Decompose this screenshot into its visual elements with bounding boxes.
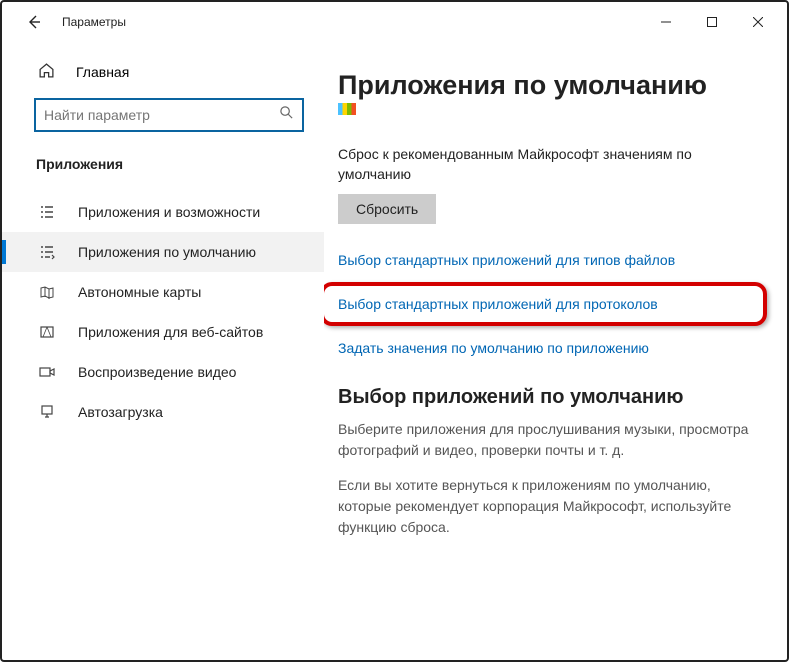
link-default-by-protocol[interactable]: Выбор стандартных приложений для протоко…	[324, 282, 767, 326]
map-icon	[38, 284, 56, 300]
nav-label: Приложения и возможности	[78, 204, 260, 220]
website-icon	[38, 324, 56, 340]
titlebar: Параметры	[2, 2, 787, 42]
sidebar-item-offline-maps[interactable]: Автономные карты	[2, 272, 324, 312]
minimize-button[interactable]	[643, 6, 689, 38]
page-title: Приложения по умолчанию	[338, 70, 759, 101]
home-icon	[38, 62, 56, 82]
search-icon	[279, 105, 294, 125]
sidebar-item-video-playback[interactable]: Воспроизведение видео	[2, 352, 324, 392]
link-default-by-filetype[interactable]: Выбор стандартных приложений для типов ф…	[338, 252, 759, 268]
nav-label: Автономные карты	[78, 284, 201, 300]
maximize-button[interactable]	[689, 6, 735, 38]
sidebar-item-apps-features[interactable]: Приложения и возможности	[2, 192, 324, 232]
reset-button[interactable]: Сбросить	[338, 194, 436, 224]
close-button[interactable]	[735, 6, 781, 38]
nav-label: Приложения для веб-сайтов	[78, 324, 263, 340]
sidebar: Главная Приложения Приложения и возможно…	[2, 42, 324, 660]
arrow-left-icon	[26, 14, 42, 30]
search-input-wrap[interactable]	[34, 98, 304, 132]
help-text-1: Выберите приложения для прослушивания му…	[338, 419, 759, 461]
nav-label: Автозагрузка	[78, 404, 163, 420]
window-title: Параметры	[62, 15, 643, 29]
startup-icon	[38, 404, 56, 420]
nav-label: Воспроизведение видео	[78, 364, 236, 380]
reset-description: Сброс к рекомендованным Майкрософт значе…	[338, 145, 759, 184]
main-content: Приложения по умолчанию Сброс к рекоменд…	[324, 42, 787, 660]
help-text-2: Если вы хотите вернуться к приложениям п…	[338, 475, 759, 538]
video-icon	[38, 364, 56, 380]
window-controls	[643, 6, 781, 38]
sidebar-item-startup[interactable]: Автозагрузка	[2, 392, 324, 432]
home-label: Главная	[76, 64, 129, 80]
back-button[interactable]	[22, 10, 46, 34]
sidebar-item-default-apps[interactable]: Приложения по умолчанию	[2, 232, 324, 272]
search-input[interactable]	[44, 107, 279, 123]
list-icon	[38, 204, 56, 220]
section-subtitle: Выбор приложений по умолчанию	[338, 386, 759, 409]
nav-label: Приложения по умолчанию	[78, 244, 256, 260]
app-tile-icon	[338, 103, 356, 115]
sidebar-section-header: Приложения	[2, 146, 324, 182]
home-nav[interactable]: Главная	[2, 54, 324, 90]
sidebar-item-apps-websites[interactable]: Приложения для веб-сайтов	[2, 312, 324, 352]
link-default-by-app[interactable]: Задать значения по умолчанию по приложен…	[338, 340, 759, 356]
defaults-icon	[38, 244, 56, 260]
